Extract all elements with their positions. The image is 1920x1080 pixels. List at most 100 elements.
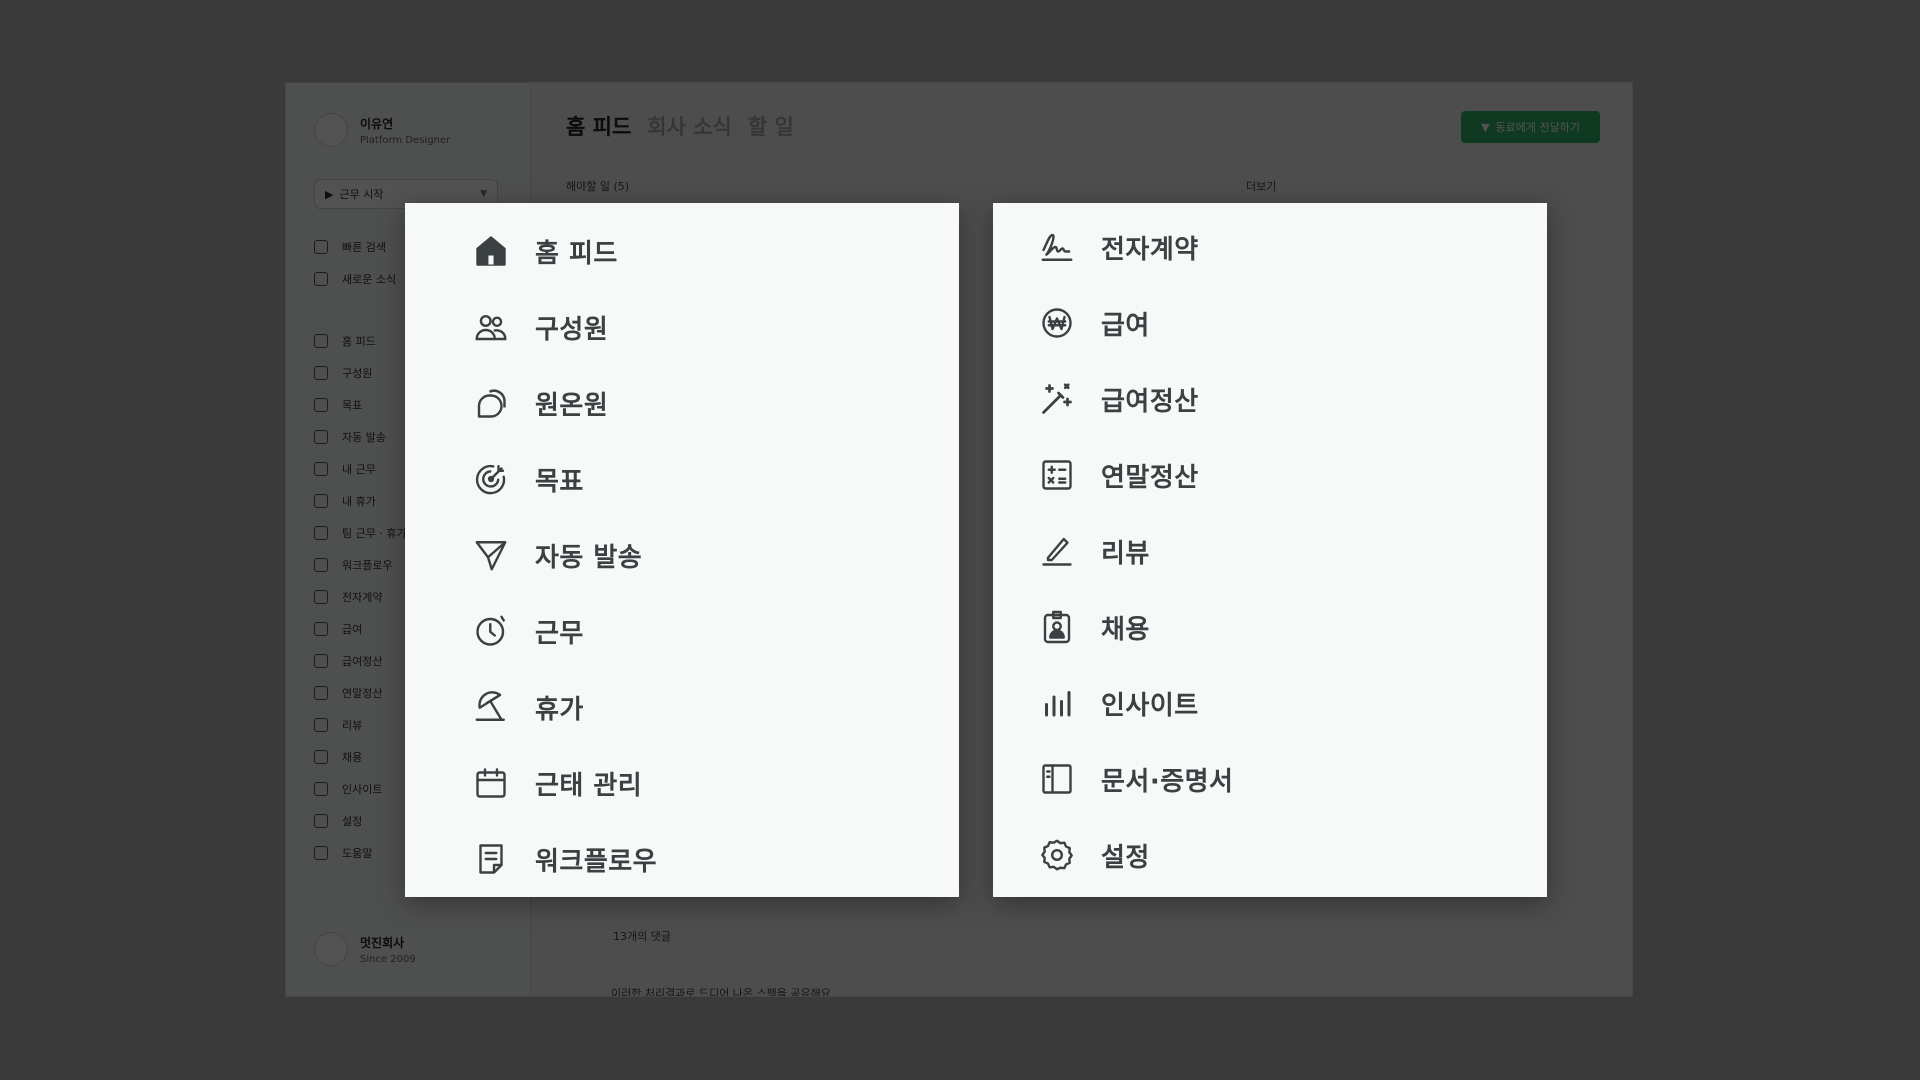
sidebar-item[interactable]: 자동 발송 [314,421,407,453]
bar-chart-icon [1037,683,1077,723]
left-menu-panel: 홈 피드 구성원 원온원 목표 자동 발송 근무 휴가 근태 관리 워크플로우 [405,203,959,897]
sidebar-item[interactable]: 내 근무 [314,453,407,485]
sidebar-item-label: 구성원 [342,367,373,380]
work-start-label: 근무 시작 [339,188,384,201]
menu-item-year-end-settlement[interactable]: 연말정산 [1037,455,1199,495]
signature-icon [1037,227,1077,267]
sidebar-item-label: 워크플로우 [342,559,393,572]
menu-item-label: 홈 피드 [535,238,618,269]
menu-item-label: 구성원 [535,314,609,345]
menu-item-label: 원온원 [535,390,609,421]
menu-item-label: 급여 [1101,310,1150,341]
menu-item-vacation[interactable]: 휴가 [471,687,584,727]
sidebar-item-label: 전자계약 [342,591,383,604]
sidebar-item-label: 새로운 소식 [342,273,397,286]
sidebar-nav: 빠른 검색 새로운 소식 홈 피드 구성원 목표 자동 발송 내 근무 내 휴가… [314,231,407,869]
sidebar-item-news[interactable]: 새로운 소식 [314,263,407,295]
tab-todo[interactable]: 할 일 [748,111,794,141]
share-button-label: 동료에게 전달하기 [1495,121,1580,134]
won-coin-icon [1037,303,1077,343]
menu-item-label: 전자계약 [1101,234,1199,265]
sidebar-item[interactable]: 전자계약 [314,581,407,613]
menu-item-label: 설정 [1101,842,1150,873]
menu-item-label: 휴가 [535,694,584,725]
menu-item-payroll-settlement[interactable]: 급여정산 [1037,379,1199,419]
menu-item-label: 문서·증명서 [1101,766,1234,797]
send-icon: ▼ [1481,120,1490,134]
sidebar-item-label: 팀 근무 · 휴가 [342,527,407,540]
sidebar-item[interactable]: 리뷰 [314,709,407,741]
tab-home-feed[interactable]: 홈 피드 [566,111,631,141]
menu-item-label: 근무 [535,618,584,649]
menu-item-goals[interactable]: 목표 [471,459,584,499]
sidebar-item[interactable]: 급여정산 [314,645,407,677]
badge-person-icon [314,750,328,764]
menu-item-label: 자동 발송 [535,542,643,573]
sidebar-item[interactable]: 팀 근무 · 휴가 [314,517,407,549]
menu-item-e-contract[interactable]: 전자계약 [1037,227,1199,267]
sidebar-item-label: 자동 발송 [342,431,386,444]
sidebar-item[interactable]: 연말정산 [314,677,407,709]
bell-icon [314,272,328,286]
main-tabs: 홈 피드 회사 소식 할 일 [566,111,794,141]
sidebar-item[interactable]: 도움말 [314,837,407,869]
sidebar-item[interactable]: 구성원 [314,357,407,389]
share-to-colleague-button[interactable]: ▼ 동료에게 전달하기 [1461,111,1600,143]
document-icon [314,558,328,572]
send-icon [314,430,328,444]
todo-header: 해야할 일 (5) [566,180,630,193]
menu-item-label: 목표 [535,466,584,497]
sidebar-item[interactable]: 급여 [314,613,407,645]
sidebar-item[interactable]: 인사이트 [314,773,407,805]
menu-item-workflow[interactable]: 워크플로우 [471,839,657,879]
search-icon [314,240,328,254]
user-name: 이유연 [360,116,394,131]
sidebar-item-label: 내 근무 [342,463,376,476]
layout-document-icon [1037,759,1077,799]
menu-item-work[interactable]: 근무 [471,611,584,651]
sidebar-item[interactable]: 워크플로우 [314,549,407,581]
sidebar-item-label: 목표 [342,399,363,412]
menu-item-one-on-one[interactable]: 원온원 [471,383,608,423]
sidebar-item-label: 급여 [342,623,363,636]
clock-icon [314,462,328,476]
menu-item-settings[interactable]: 설정 [1037,835,1150,875]
sidebar-item-label: 내 휴가 [342,495,376,508]
company-logo [314,932,348,966]
sidebar-item-label: 채용 [342,751,363,764]
avatar [314,113,348,147]
sidebar-item-quick-search[interactable]: 빠른 검색 [314,231,407,263]
company-card[interactable]: 멋진회사 Since 2009 [314,932,416,966]
menu-item-documents-certificates[interactable]: 문서·증명서 [1037,759,1233,799]
menu-item-home-feed[interactable]: 홈 피드 [471,231,618,271]
sidebar-item[interactable]: 설정 [314,805,407,837]
home-icon [471,231,511,271]
sidebar-item-label: 홈 피드 [342,335,376,348]
sidebar-item[interactable]: 홈 피드 [314,325,407,357]
calculator-icon [1037,455,1077,495]
chevron-down-icon: ▼ [480,189,487,199]
menu-item-payroll[interactable]: 급여 [1037,303,1150,343]
sidebar-item[interactable]: 채용 [314,741,407,773]
tab-company-news[interactable]: 회사 소식 [647,111,732,141]
gear-icon [314,814,328,828]
menu-item-members[interactable]: 구성원 [471,307,608,347]
menu-item-label: 채용 [1101,614,1150,645]
menu-item-recruitment[interactable]: 채용 [1037,607,1150,647]
menu-item-attendance[interactable]: 근태 관리 [471,763,642,803]
menu-item-auto-send[interactable]: 자동 발송 [471,535,642,575]
sidebar-item-label: 인사이트 [342,783,383,796]
sidebar-item[interactable]: 목표 [314,389,407,421]
pen-icon [314,718,328,732]
calendar-icon [471,763,511,803]
gear-icon [1037,835,1077,875]
menu-item-label: 급여정산 [1101,386,1199,417]
menu-item-review[interactable]: 리뷰 [1037,531,1150,571]
menu-item-insight[interactable]: 인사이트 [1037,683,1199,723]
sidebar-item[interactable]: 내 휴가 [314,485,407,517]
more-link[interactable]: 더보기 [1246,178,1276,194]
user-card[interactable]: 이유연 Platform Designer [314,113,450,147]
comments-count[interactable]: 13개의 댓글 [613,928,671,944]
chat-bubbles-icon [471,383,511,423]
send-icon [471,535,511,575]
